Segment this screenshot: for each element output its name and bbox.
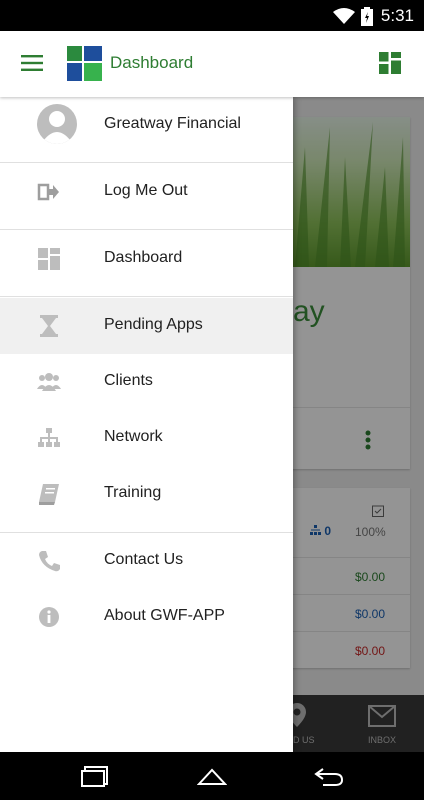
navigation-drawer: Greatway Financial Log Me Out Dashboard … [0, 97, 293, 752]
drawer-divider [0, 162, 293, 163]
home-icon[interactable] [197, 764, 227, 788]
app-logo [67, 46, 102, 81]
profile-name: Greatway Financial [104, 115, 241, 132]
drawer-item-label: Clients [104, 372, 153, 389]
logout-icon [37, 183, 59, 201]
back-icon[interactable] [313, 764, 345, 788]
drawer-item-label: Pending Apps [104, 316, 203, 333]
drawer-profile[interactable]: Greatway Financial [0, 97, 293, 153]
dashboard-grid-icon[interactable] [379, 52, 401, 74]
drawer-item-pending-apps[interactable]: Pending Apps [0, 298, 293, 354]
drawer-item-training[interactable]: Training [0, 466, 293, 522]
wifi-icon [333, 8, 355, 24]
hamburger-menu-icon[interactable] [21, 55, 43, 71]
drawer-item-dashboard[interactable]: Dashboard [0, 231, 293, 287]
drawer-item-logout[interactable]: Log Me Out [0, 164, 293, 220]
battery-icon [361, 7, 373, 26]
app-title: Dashboard [110, 53, 194, 72]
info-icon [39, 607, 59, 627]
recents-icon[interactable] [80, 764, 110, 788]
status-bar: 5:31 [0, 0, 424, 31]
drawer-divider [0, 229, 293, 230]
drawer-divider [0, 296, 293, 297]
sitemap-icon [38, 428, 60, 447]
drawer-item-label: About GWF-APP [104, 607, 225, 624]
drawer-item-label: Contact Us [104, 551, 184, 568]
drawer-item-clients[interactable]: Clients [0, 354, 293, 410]
drawer-item-contact-us[interactable]: Contact Us [0, 533, 293, 589]
app-bar: Dashboard [0, 31, 424, 97]
drawer-item-label: Network [104, 428, 163, 445]
drawer-item-label: Dashboard [104, 249, 183, 266]
status-time: 5:31 [380, 6, 414, 25]
avatar [37, 104, 77, 144]
drawer-item-network[interactable]: Network [0, 410, 293, 466]
hourglass-icon [40, 315, 58, 337]
drawer-item-about[interactable]: About GWF-APP [0, 589, 293, 645]
system-navigation-bar [0, 752, 424, 800]
dashboard-icon [38, 248, 60, 270]
book-icon [39, 484, 59, 505]
drawer-item-label: Log Me Out [104, 182, 188, 199]
phone-icon [39, 551, 60, 572]
drawer-item-label: Training [104, 484, 162, 501]
users-icon [37, 373, 61, 391]
